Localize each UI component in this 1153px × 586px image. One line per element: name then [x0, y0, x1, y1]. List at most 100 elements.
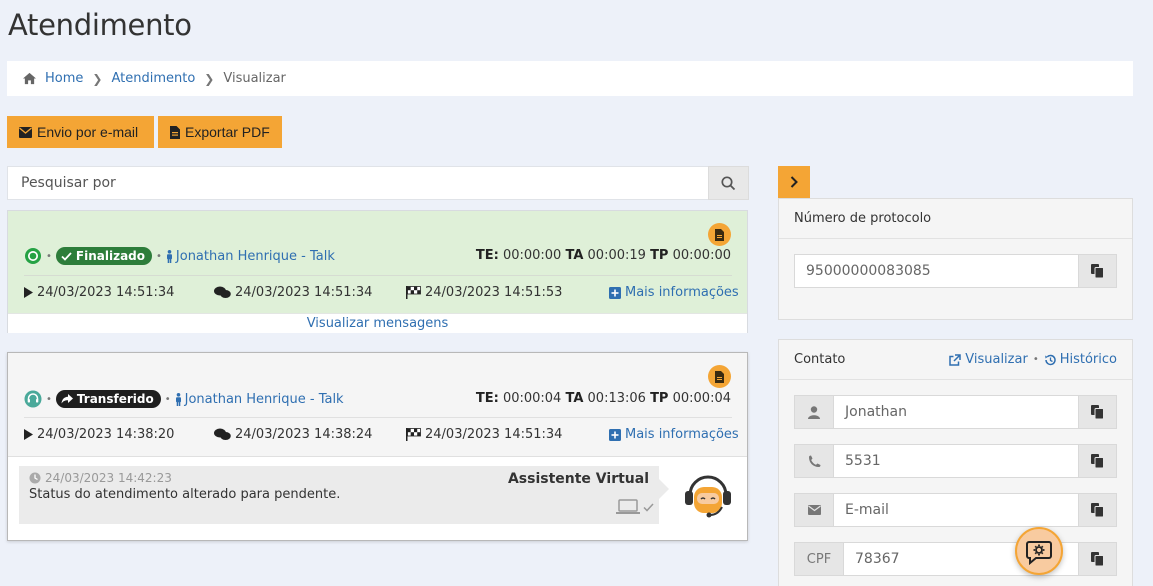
clock-icon: [29, 472, 41, 484]
tp-value: 00:00:04: [672, 391, 731, 406]
end-time-value: 24/03/2023 14:51:53: [425, 285, 563, 300]
more-info-link[interactable]: Mais informações: [609, 285, 739, 300]
breadcrumb-home-link[interactable]: Home: [45, 71, 83, 86]
breadcrumb-atendimento-link[interactable]: Atendimento: [111, 71, 195, 86]
contact-phone-input[interactable]: 5531: [834, 444, 1079, 478]
ta-value: 00:13:06: [587, 391, 646, 406]
more-info-link[interactable]: Mais informações: [609, 427, 739, 442]
user-icon: [175, 392, 181, 406]
copy-button[interactable]: [1079, 395, 1117, 429]
search-input[interactable]: Pesquisar por: [7, 166, 709, 200]
whatsapp-icon: [25, 248, 41, 264]
first-message-time: 24/03/2023 14:38:24: [214, 427, 372, 442]
flag-checkered-icon: [406, 286, 421, 299]
agent-link[interactable]: Jonathan Henrique - Talk: [166, 249, 335, 264]
tp-label: TP: [650, 391, 669, 406]
ta-label: TA: [565, 391, 584, 406]
divider: [24, 417, 732, 418]
export-pdf-button[interactable]: Exportar PDF: [158, 116, 282, 148]
contact-email-field: E-mail: [794, 493, 1117, 527]
end-time: 24/03/2023 14:51:53: [406, 285, 562, 300]
te-label: TE:: [475, 391, 499, 406]
file-icon: [170, 125, 180, 139]
start-time-value: 24/03/2023 14:38:20: [37, 427, 175, 442]
attendance-card: • Finalizado • Jonathan Henrique - Talk …: [7, 210, 748, 333]
status-label: Finalizado: [75, 249, 145, 263]
send-email-button[interactable]: Envio por e-mail: [7, 116, 154, 148]
separator-dot: •: [46, 393, 52, 405]
user-icon: [794, 395, 834, 429]
attendance-card: • Transferido • Jonathan Henrique - Talk…: [7, 352, 748, 541]
copy-icon: [1091, 454, 1104, 468]
file-icon: [715, 228, 724, 241]
te-value: 00:00:04: [502, 391, 562, 406]
contact-history-label: Histórico: [1059, 352, 1117, 367]
contact-actions: Visualizar • Histórico: [949, 352, 1117, 367]
message-meta: [616, 499, 654, 515]
ta-label: TA: [565, 248, 584, 263]
start-time-value: 24/03/2023 14:51:34: [37, 285, 175, 300]
contact-panel-header: Contato Visualizar • Histórico: [779, 340, 1132, 380]
envelope-icon: [794, 493, 834, 527]
protocol-value[interactable]: 95000000083085: [794, 254, 1079, 288]
message-time-value: 24/03/2023 14:42:23: [45, 471, 172, 485]
copy-icon: [1091, 264, 1104, 278]
chevron-right-icon: ❯: [204, 71, 215, 86]
status-badge: Transferido: [55, 390, 161, 408]
search-placeholder: Pesquisar por: [21, 175, 116, 191]
copy-button[interactable]: [1079, 542, 1117, 576]
chevron-right-icon: ❯: [92, 71, 103, 86]
protocol-panel-header: Número de protocolo: [779, 199, 1132, 239]
copy-button[interactable]: [1079, 254, 1117, 288]
contact-view-link[interactable]: Visualizar: [949, 352, 1028, 367]
contact-cpf-field: CPF 78367: [794, 542, 1117, 576]
protocol-title: Número de protocolo: [794, 211, 932, 226]
times-summary: TE: 00:00:04 TA 00:13:06 TP 00:00:04: [476, 391, 731, 406]
message-text: Status do atendimento alterado para pend…: [29, 487, 341, 502]
comments-icon: [214, 286, 231, 298]
cpf-label: CPF: [794, 542, 844, 576]
document-badge[interactable]: [708, 223, 731, 246]
envelope-icon: [19, 126, 32, 138]
status-label: Transferido: [76, 392, 154, 406]
tp-label: TP: [650, 248, 669, 263]
document-badge[interactable]: [708, 365, 731, 388]
copy-button[interactable]: [1079, 493, 1117, 527]
agent-name: Jonathan Henrique - Talk: [175, 248, 335, 264]
end-time-value: 24/03/2023 14:51:34: [425, 427, 563, 442]
home-icon: [23, 72, 36, 85]
search-button[interactable]: [708, 166, 749, 200]
message-bubble: 24/03/2023 14:42:23 Status do atendiment…: [19, 466, 659, 524]
separator-dot: •: [46, 250, 52, 262]
page-title: Atendimento: [8, 8, 192, 42]
comments-icon: [214, 428, 231, 440]
toggle-panel-button[interactable]: [778, 166, 810, 198]
te-value: 00:00:00: [502, 248, 562, 263]
plus-square-icon: [609, 286, 621, 299]
copy-icon: [1091, 405, 1104, 419]
contact-title: Contato: [794, 352, 846, 367]
more-info-label: Mais informações: [625, 285, 739, 300]
robot-icon: [685, 475, 731, 518]
contact-name-input[interactable]: Jonathan: [834, 395, 1079, 429]
agent-link[interactable]: Jonathan Henrique - Talk: [175, 392, 344, 407]
times-summary: TE: 00:00:00 TA 00:00:19 TP 00:00:00: [476, 248, 731, 263]
file-icon: [715, 370, 724, 383]
laptop-icon: [616, 499, 640, 514]
view-messages-link[interactable]: Visualizar mensagens: [8, 313, 747, 333]
phone-icon: [794, 444, 834, 478]
send-email-label: Envio por e-mail: [37, 124, 139, 140]
chat-settings-fab[interactable]: [1015, 527, 1063, 575]
end-time: 24/03/2023 14:51:34: [406, 427, 562, 442]
message-list: 24/03/2023 14:42:23 Status do atendiment…: [8, 456, 747, 540]
share-icon: [61, 394, 73, 404]
contact-name-field: Jonathan: [794, 395, 1117, 429]
tp-value: 00:00:00: [672, 248, 731, 263]
bot-avatar: [682, 469, 734, 525]
more-info-label: Mais informações: [625, 427, 739, 442]
contact-panel: Contato Visualizar • Histórico Jonathan …: [778, 339, 1133, 586]
copy-button[interactable]: [1079, 444, 1117, 478]
separator-dot: •: [164, 393, 171, 405]
contact-email-input[interactable]: E-mail: [834, 493, 1079, 527]
contact-history-link[interactable]: Histórico: [1044, 352, 1117, 367]
